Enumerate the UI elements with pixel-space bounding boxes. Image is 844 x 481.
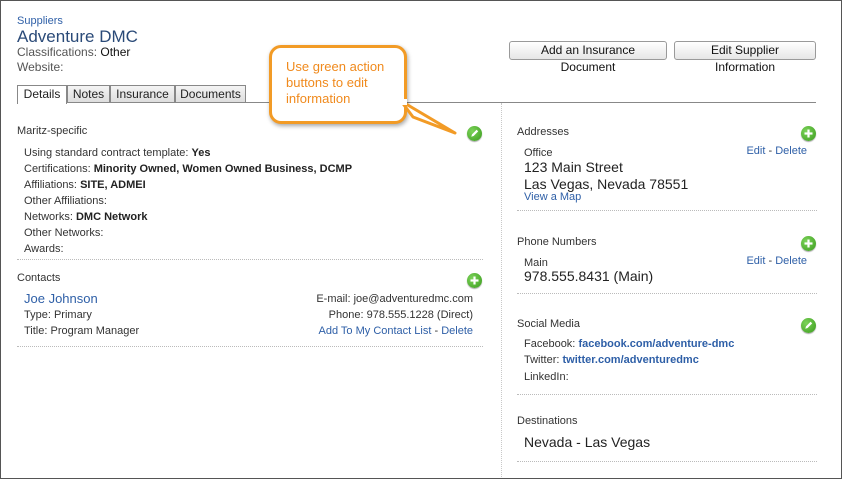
plus-icon (804, 129, 813, 138)
maritz-row-other-networks: Other Networks: (24, 227, 104, 239)
add-to-contact-list-link[interactable]: Add To My Contact List (319, 325, 432, 337)
view-map-link[interactable]: View a Map (524, 191, 581, 203)
contact-phone: Phone: 978.555.1228 (Direct) (328, 309, 473, 321)
social-twitter: Twitter: twitter.com/adventuredmc (524, 354, 699, 366)
pencil-icon (805, 321, 813, 329)
callout-tooltip: Use green action buttons to edit informa… (269, 45, 407, 124)
maritz-row-networks: Networks: DMC Network (24, 211, 148, 223)
facebook-link[interactable]: facebook.com/adventure-dmc (578, 338, 734, 350)
supplier-detail-window: Suppliers Adventure DMC Classifications:… (0, 0, 842, 479)
section-divider (517, 394, 817, 395)
maritz-row-affiliations: Affiliations: SITE, ADMEI (24, 179, 146, 191)
plus-icon (804, 239, 813, 248)
contact-actions: Add To My Contact List - Delete (319, 325, 474, 337)
address-type: Office (524, 147, 553, 159)
column-divider (501, 103, 502, 478)
contact-email: E-mail: joe@adventuredmc.com (316, 293, 473, 305)
tab-insurance[interactable]: Insurance (110, 85, 175, 103)
contact-name-link[interactable]: Joe Johnson (24, 291, 98, 306)
classifications-value: Other (100, 45, 131, 59)
maritz-row-certifications: Certifications: Minority Owned, Women Ow… (24, 163, 353, 175)
phone-number: 978.555.8431 (Main) (524, 268, 654, 284)
edit-maritz-button[interactable] (467, 126, 482, 141)
tab-documents[interactable]: Documents (175, 85, 246, 103)
website-label: Website: (17, 60, 64, 74)
section-divider (17, 346, 483, 347)
section-divider (517, 293, 817, 294)
address-actions: Edit - Delete (746, 145, 807, 157)
delete-contact-link[interactable]: Delete (441, 325, 473, 337)
add-address-button[interactable] (801, 126, 816, 141)
section-title-destinations: Destinations (517, 412, 756, 430)
social-linkedin-label: LinkedIn: (524, 371, 569, 383)
section-divider (517, 461, 817, 462)
breadcrumb-suppliers-link[interactable]: Suppliers (17, 15, 63, 27)
section-divider (17, 259, 483, 260)
add-contact-button[interactable] (467, 273, 482, 288)
maritz-row-awards: Awards: (24, 243, 64, 255)
tab-details[interactable]: Details (17, 85, 67, 104)
edit-address-link[interactable]: Edit (746, 145, 765, 157)
edit-phone-link[interactable]: Edit (746, 255, 765, 267)
classifications-line: Classifications: Other (17, 45, 130, 59)
delete-address-link[interactable]: Delete (775, 145, 807, 157)
section-title-social-media: Social Media (517, 315, 757, 333)
twitter-label: Twitter: (524, 354, 560, 366)
contact-type: Type: Primary (24, 309, 92, 321)
contact-title: Title: Program Manager (24, 325, 140, 337)
classifications-label: Classifications: (17, 45, 98, 59)
edit-supplier-information-button[interactable]: Edit Supplier Information (674, 41, 816, 74)
pencil-icon (471, 129, 479, 137)
phone-actions: Edit - Delete (746, 255, 807, 267)
address-street: 123 Main Street (524, 159, 623, 175)
facebook-label: Facebook: (524, 338, 576, 350)
social-facebook: Facebook: facebook.com/adventure-dmc (524, 338, 734, 350)
maritz-row-other-affiliations: Other Affiliations: (24, 195, 107, 207)
delete-phone-link[interactable]: Delete (775, 255, 807, 267)
add-phone-button[interactable] (801, 236, 816, 251)
tab-notes[interactable]: Notes (67, 85, 110, 103)
edit-social-media-button[interactable] (801, 318, 816, 333)
separator: - (768, 255, 773, 267)
section-divider (517, 210, 817, 211)
section-title-phone-numbers: Phone Numbers (517, 233, 756, 251)
add-insurance-document-button[interactable]: Add an Insurance Document (509, 41, 667, 74)
section-title-maritz: Maritz-specific (17, 122, 259, 140)
separator: - (434, 325, 439, 337)
separator: - (768, 145, 773, 157)
section-title-addresses: Addresses (517, 123, 757, 141)
page-title: Adventure DMC (17, 27, 138, 46)
callout-pointer (399, 99, 457, 135)
plus-icon (470, 276, 479, 285)
twitter-link[interactable]: twitter.com/adventuredmc (563, 354, 699, 366)
destination-value: Nevada - Las Vegas (524, 434, 651, 450)
maritz-row-contract: Using standard contract template: Yes (24, 147, 211, 159)
address-city: Las Vegas, Nevada 78551 (524, 176, 689, 192)
section-title-contacts: Contacts (17, 269, 260, 287)
